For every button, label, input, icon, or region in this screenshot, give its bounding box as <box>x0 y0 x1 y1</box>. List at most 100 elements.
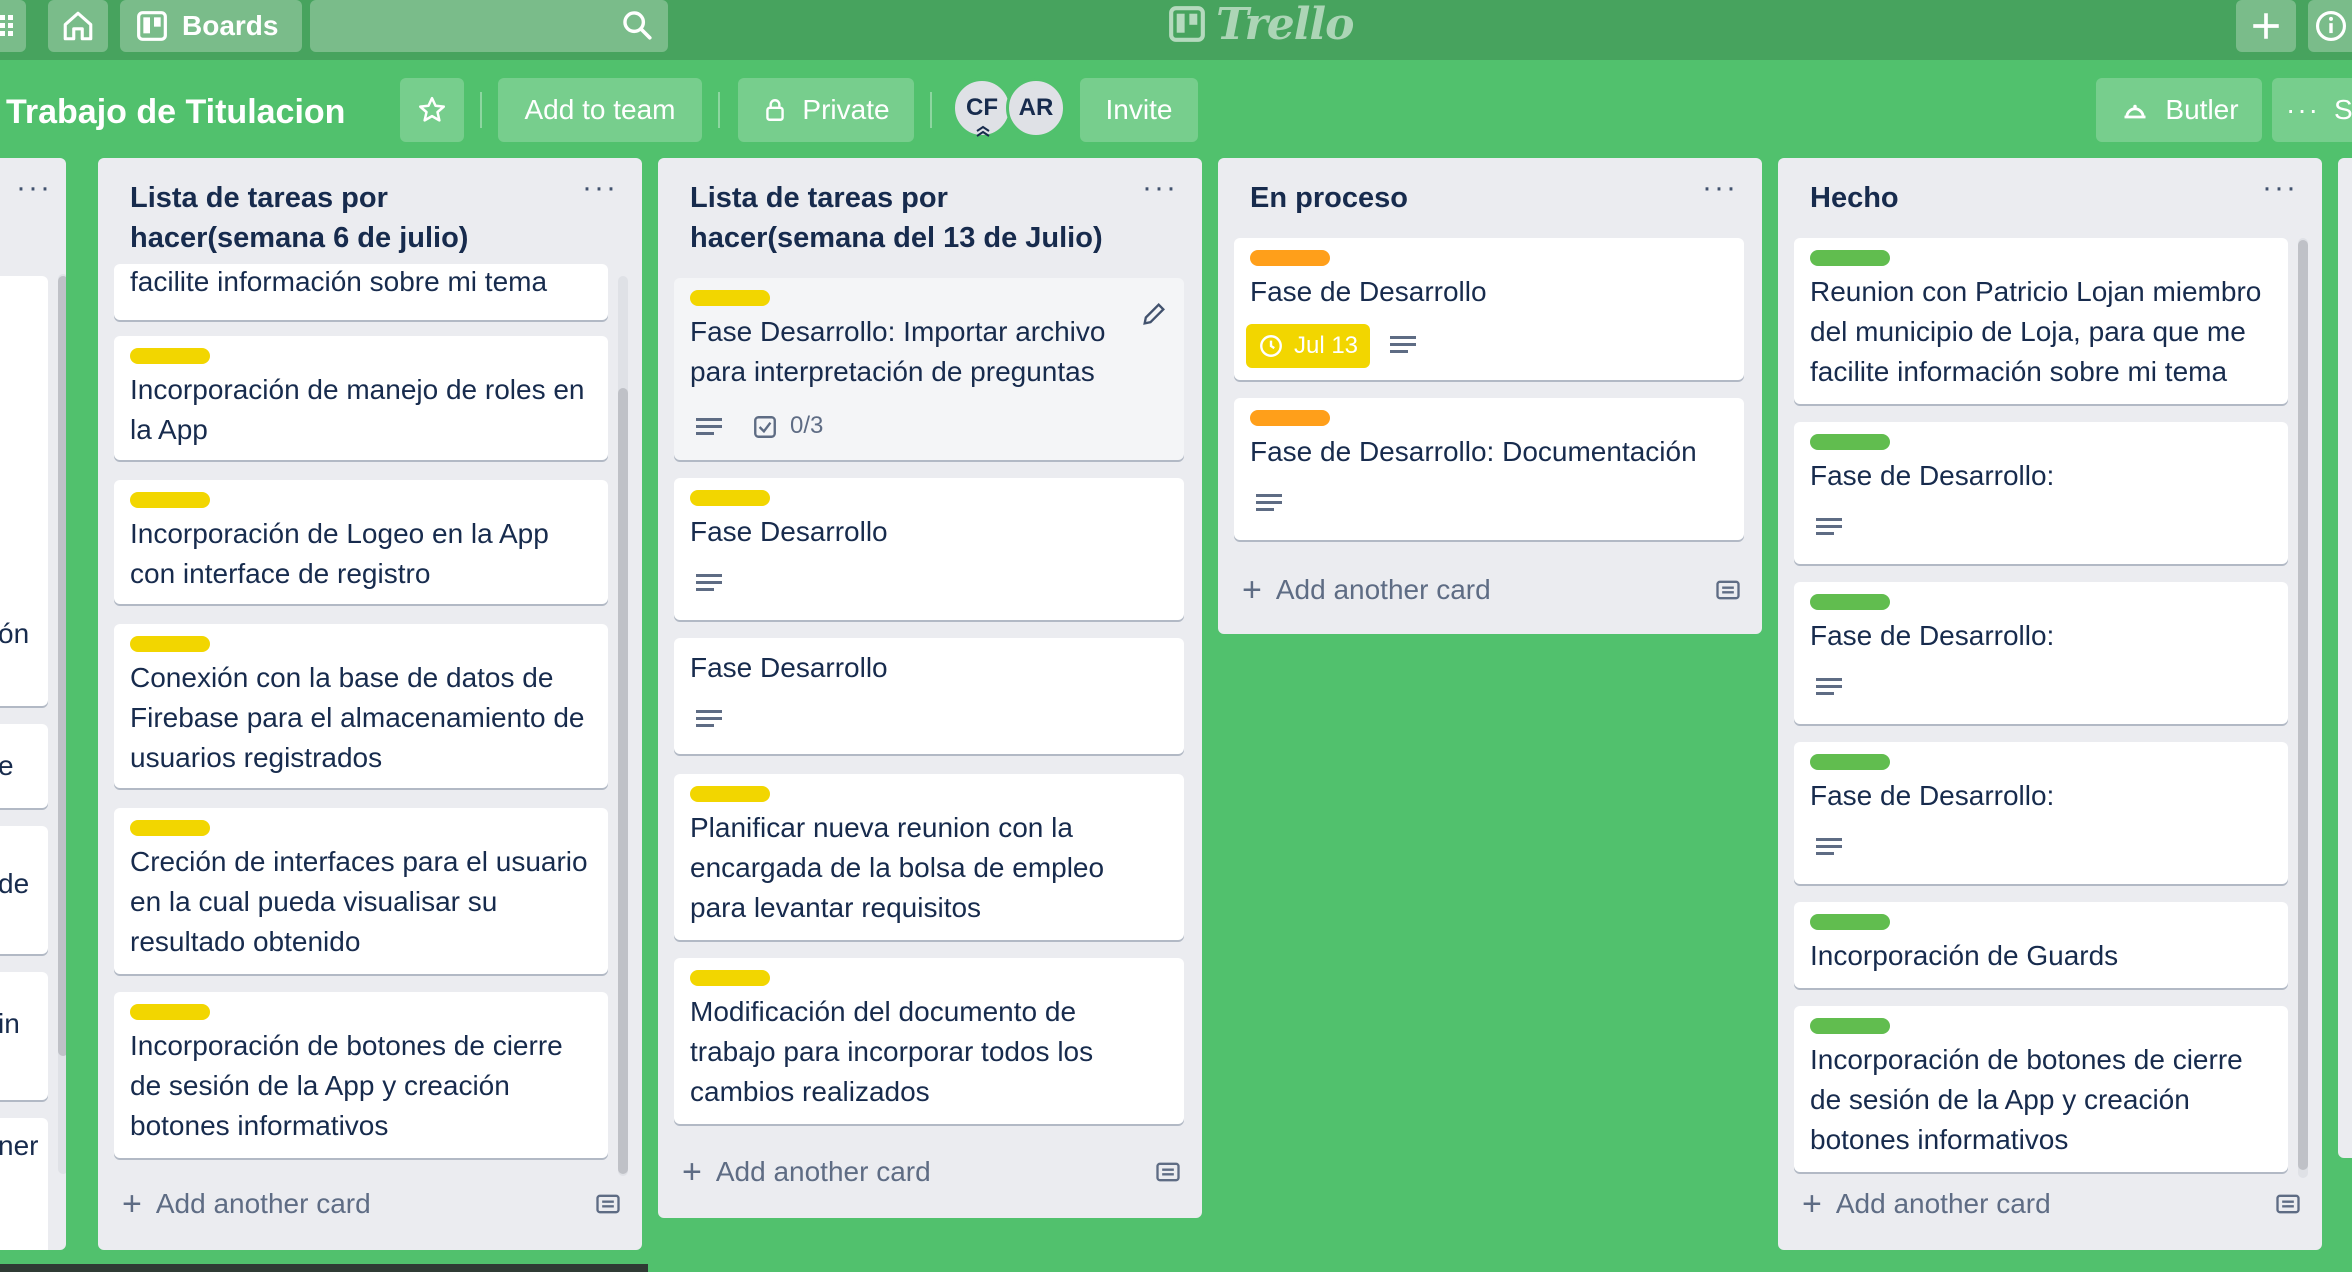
board-title[interactable]: Trabajo de Titulacion <box>6 86 345 138</box>
list-scrollbar-thumb[interactable] <box>618 388 628 1174</box>
card[interactable]: facilite información sobre mi tema <box>114 264 608 320</box>
card[interactable]: ón <box>0 384 48 706</box>
list-menu-button[interactable]: ··· <box>582 173 618 208</box>
checklist-icon <box>754 416 776 438</box>
description-icon <box>696 574 722 594</box>
card[interactable]: Fase de Desarrollo: <box>1794 422 2288 564</box>
board-horizontal-scrollbar[interactable] <box>0 1264 648 1272</box>
card-template-icon[interactable] <box>594 1191 622 1217</box>
list-title[interactable]: Lista de tareas por hacer(semana del 13 … <box>690 178 1132 258</box>
card-label-yellow <box>130 820 210 836</box>
boards-icon <box>137 11 167 41</box>
card[interactable]: Incorporación de Guards <box>1794 902 2288 988</box>
list-menu-button[interactable]: ··· <box>1702 173 1738 208</box>
card[interactable]: e <box>0 724 48 808</box>
add-card-button[interactable]: + Add another card <box>1802 1182 2302 1226</box>
card[interactable]: Fase de Desarrollo: <box>1794 582 2288 724</box>
edit-pencil-icon[interactable] <box>1140 300 1168 328</box>
list-menu-button[interactable]: ··· <box>2262 173 2298 208</box>
card-template-icon[interactable] <box>1714 577 1742 603</box>
card[interactable]: Modificación del documento de trabajo pa… <box>674 958 1184 1124</box>
add-card-button[interactable]: + Add another card <box>1242 568 1742 612</box>
card[interactable]: Planificar nueva reunion con la encargad… <box>674 774 1184 940</box>
show-menu-button[interactable]: ··· S <box>2272 78 2352 142</box>
card[interactable]: Reunion con Patricio Lojan miembro del m… <box>1794 238 2288 404</box>
avatar[interactable]: CF <box>952 78 1012 138</box>
card[interactable]: Incorporación de manejo de roles en la A… <box>114 336 608 460</box>
apps-grid-icon <box>0 15 13 36</box>
list-partial-right <box>2338 158 2352 1158</box>
list-scrollbar-thumb[interactable] <box>2298 240 2308 1170</box>
list-scrollbar-thumb[interactable] <box>58 276 66 1056</box>
card[interactable]: Incorporación de botones de cierre de se… <box>114 992 608 1158</box>
butler-button[interactable]: Butler <box>2096 78 2262 142</box>
card-label-yellow <box>130 1004 210 1020</box>
card-title: Modificación del documento de trabajo pa… <box>690 996 1094 1107</box>
card-title: facilite información sobre mi tema <box>130 266 548 297</box>
plus-icon: + <box>682 1152 702 1191</box>
card[interactable]: Fase Desarrollo: Importar archivo para i… <box>674 278 1184 460</box>
search-input[interactable] <box>310 0 668 52</box>
card[interactable]: Fase de Desarrollo: Documentación <box>1234 398 1744 540</box>
add-to-team-label: Add to team <box>524 94 676 125</box>
trello-logo[interactable]: Trello <box>1168 0 1354 50</box>
apps-menu-button[interactable] <box>0 0 26 52</box>
description-icon <box>1816 838 1842 858</box>
card[interactable]: Incorporación de Logeo en la App con int… <box>114 480 608 604</box>
avatar[interactable]: AR <box>1006 78 1066 138</box>
plus-icon: + <box>1802 1184 1822 1223</box>
add-card-button[interactable]: + Add another card <box>122 1182 622 1226</box>
card[interactable]: Fase Desarrollo <box>674 478 1184 620</box>
star-icon <box>419 96 445 122</box>
plus-icon: + <box>1242 570 1262 609</box>
card[interactable]: Fase Desarrollo <box>674 638 1184 754</box>
invite-label: Invite <box>1105 94 1173 125</box>
checklist-count: 0/3 <box>790 412 824 439</box>
add-card-label: Add another card <box>1835 1188 2051 1219</box>
card[interactable]: Creción de interfaces para el usuario en… <box>114 808 608 974</box>
card[interactable]: in <box>0 972 48 1100</box>
card-template-icon[interactable] <box>1154 1159 1182 1185</box>
invite-button[interactable]: Invite <box>1080 78 1198 142</box>
home-button[interactable] <box>48 0 108 52</box>
card-label-orange <box>1250 250 1330 266</box>
list-title[interactable]: Hecho <box>1810 178 2252 218</box>
list-title[interactable]: Lista de tareas por hacer(semana 6 de ju… <box>130 178 572 258</box>
boards-button[interactable]: Boards <box>120 0 302 52</box>
card-title: de <box>0 868 30 899</box>
card-title: Incorporación de manejo de roles en la A… <box>130 374 585 445</box>
visibility-label: Private <box>802 94 890 125</box>
info-button[interactable] <box>2308 0 2352 52</box>
card-label-green <box>1810 754 1890 770</box>
card-template-icon[interactable] <box>2274 1191 2302 1217</box>
list-title[interactable]: En proceso <box>1250 178 1692 218</box>
header-divider <box>930 92 932 128</box>
card[interactable]: de <box>0 826 48 954</box>
visibility-button[interactable]: Private <box>738 78 914 142</box>
list-menu-button[interactable]: ··· <box>16 173 52 208</box>
info-icon <box>2315 10 2347 42</box>
card[interactable]: Fase de Desarrollo Jul 13 <box>1234 238 1744 380</box>
card-label-yellow <box>130 348 210 364</box>
description-icon <box>1256 494 1282 514</box>
description-icon <box>696 418 722 438</box>
card[interactable]: Incorporación de botones de cierre de se… <box>1794 1006 2288 1172</box>
card-title: Fase Desarrollo: Importar archivo para i… <box>690 316 1106 387</box>
card-label-green <box>1810 434 1890 450</box>
card-title: Fase de Desarrollo: <box>1810 460 2055 491</box>
card-title: Creción de interfaces para el usuario en… <box>130 846 588 957</box>
add-to-team-button[interactable]: Add to team <box>498 78 702 142</box>
list-menu-button[interactable]: ··· <box>1142 173 1178 208</box>
list-week-13-july: Lista de tareas por hacer(semana del 13 … <box>658 158 1202 1218</box>
create-button[interactable] <box>2236 0 2296 52</box>
card-title: Fase de Desarrollo: <box>1810 620 2055 651</box>
card[interactable]: ner <box>0 1118 48 1250</box>
add-card-label: Add another card <box>1275 574 1491 605</box>
card-label-yellow <box>690 970 770 986</box>
add-card-button[interactable]: + Add another card <box>682 1150 1182 1194</box>
lock-icon <box>766 99 785 121</box>
star-button[interactable] <box>400 78 464 142</box>
due-date-badge[interactable]: Jul 13 <box>1246 324 1370 368</box>
card[interactable]: Conexión con la base de datos de Firebas… <box>114 624 608 788</box>
card[interactable]: Fase de Desarrollo: <box>1794 742 2288 884</box>
